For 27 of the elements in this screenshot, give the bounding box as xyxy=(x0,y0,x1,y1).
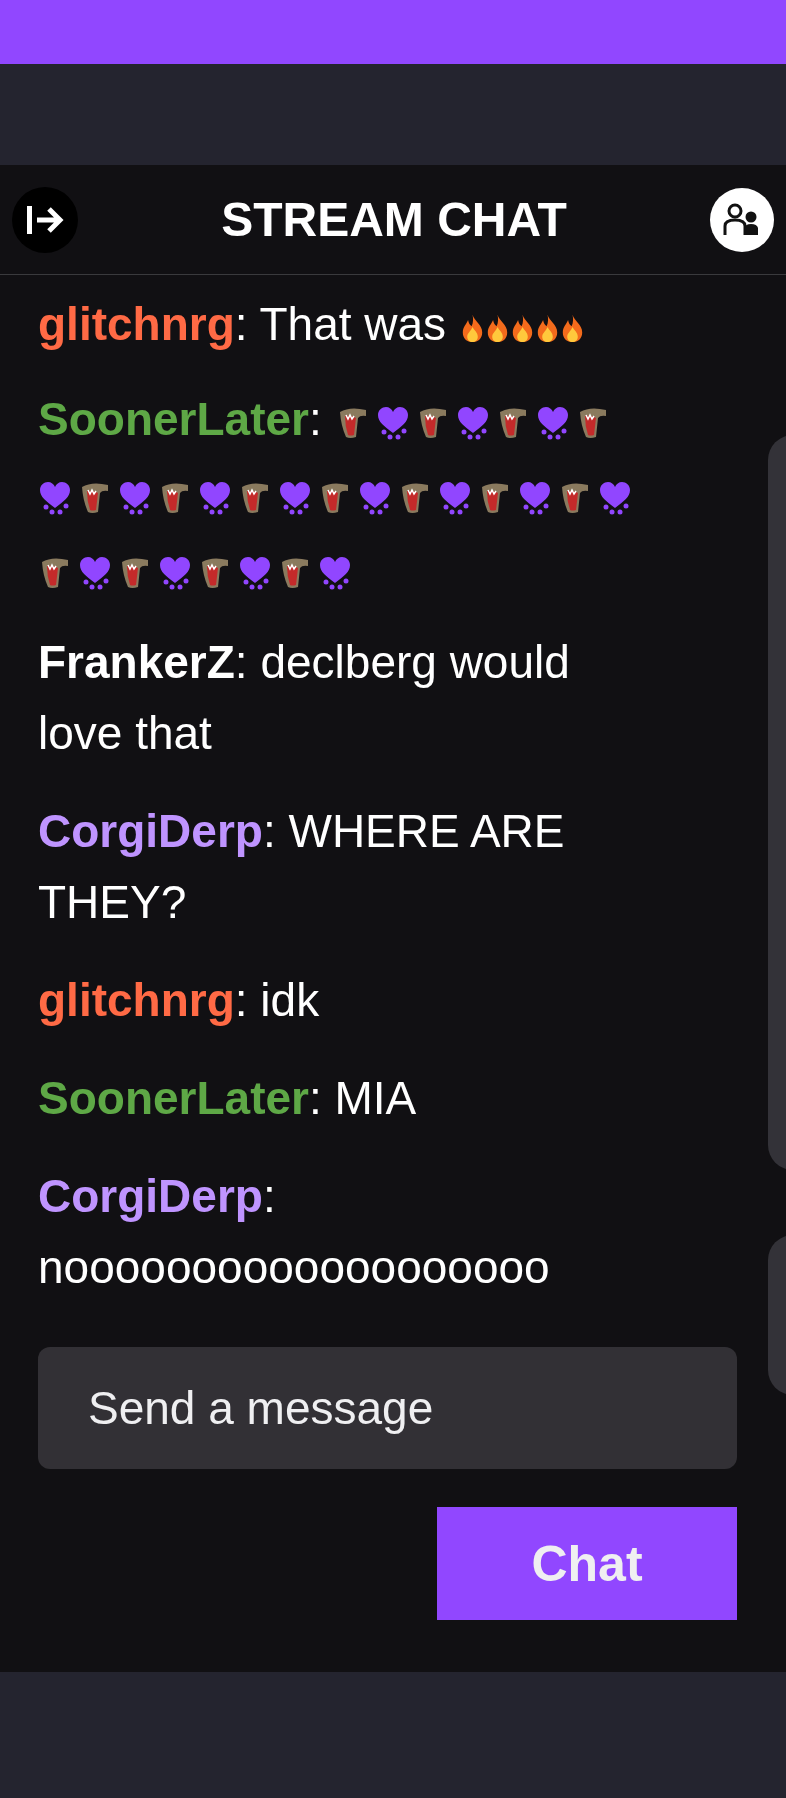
heart-icon xyxy=(358,480,392,515)
heart-icon xyxy=(455,405,490,440)
message-input[interactable]: Send a message xyxy=(38,1347,737,1469)
heart-icon xyxy=(198,480,232,515)
chat-message: CorgiDerp: nooooooooooooooooooo xyxy=(38,1169,551,1295)
heart-icon xyxy=(438,480,472,515)
heart-icon xyxy=(598,480,632,515)
chat-button[interactable]: Chat xyxy=(437,1507,737,1620)
chat-message: glitchnrg: idk xyxy=(38,973,321,1028)
heart-icon xyxy=(278,480,312,515)
chat-message: CorgiDerp: WHERE ARE THEY? xyxy=(38,804,566,930)
heart-icon xyxy=(78,555,112,590)
chat-username[interactable]: SoonerLater xyxy=(38,393,309,445)
heart-icon xyxy=(38,480,72,515)
heart-icon xyxy=(518,480,552,515)
heart-icon xyxy=(118,480,152,515)
chat-message: FrankerZ: declberg would love that xyxy=(38,635,571,761)
heart-icon xyxy=(318,555,352,590)
heart-icon xyxy=(238,555,272,590)
heart-icon xyxy=(535,405,570,440)
chat-username[interactable]: glitchnrg xyxy=(38,298,235,350)
message-text: : xyxy=(308,393,322,445)
chat-title: STREAM CHAT xyxy=(221,192,567,247)
message-text: : That was xyxy=(234,298,447,350)
heart-icon xyxy=(158,555,192,590)
heart-icon xyxy=(375,405,410,440)
chat-message: SoonerLater: MIA xyxy=(38,1071,418,1126)
